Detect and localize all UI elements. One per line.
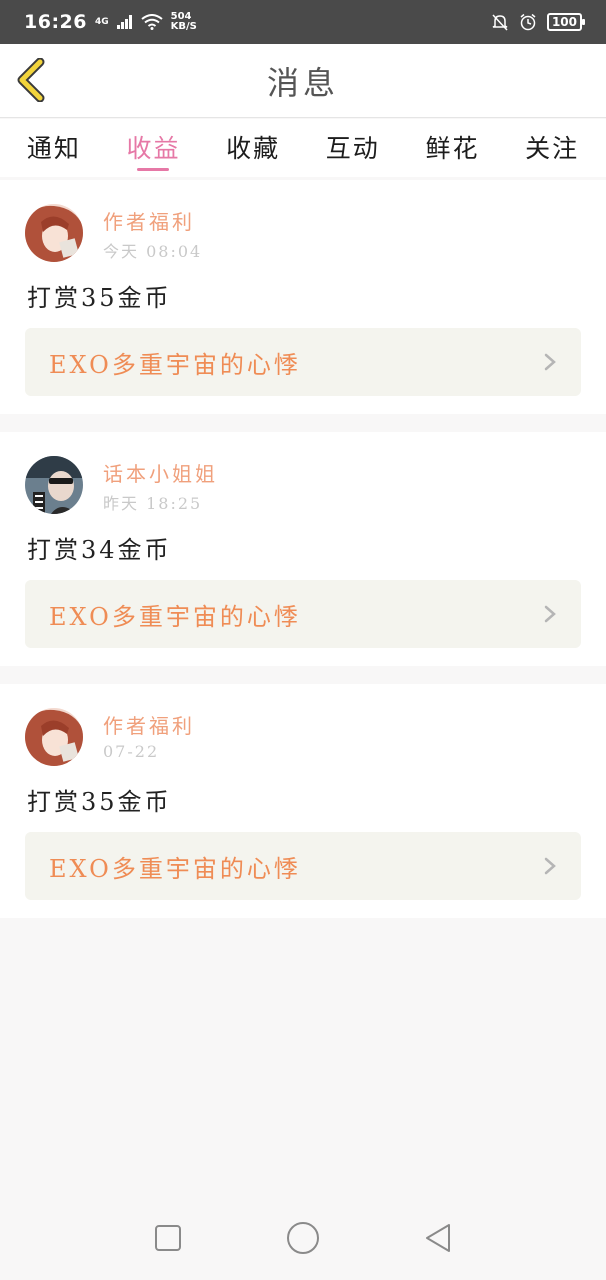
avatar[interactable] [25, 456, 83, 514]
chevron-left-icon [17, 57, 45, 103]
battery-icon: 100 [546, 13, 586, 31]
message-time: 昨天 18:25 [103, 494, 203, 513]
chevron-right-icon [544, 605, 556, 623]
page-title: 消息 [266, 63, 339, 102]
back-nav-button[interactable] [418, 1218, 458, 1258]
signal-icon [116, 15, 132, 29]
tab-flowers[interactable]: 鲜花 [425, 125, 479, 171]
speed-unit: KB/S [170, 21, 197, 32]
sender-name: 作者福利 [103, 714, 195, 738]
status-bar: 16:26 4G 504 KB/S 100 [0, 0, 606, 44]
back-button[interactable] [14, 57, 50, 103]
message-time: 今天 08:04 [103, 242, 203, 261]
top-app-bar: 消息 [0, 44, 606, 118]
book-title: EXO多重宇宙的心悸 [49, 602, 301, 631]
wifi-icon [141, 14, 163, 30]
message-time: 07-22 [103, 742, 160, 761]
book-link[interactable]: EXO多重宇宙的心悸 [25, 580, 581, 648]
network-type: 4G [94, 16, 109, 27]
avatar[interactable] [25, 708, 83, 766]
bell-muted-icon [492, 14, 508, 31]
alarm-icon [520, 13, 536, 31]
message-card: 作者福利 07-22 打赏35金币 EXO多重宇宙的心悸 [0, 684, 606, 918]
avatar[interactable] [25, 204, 83, 262]
tab-notifications[interactable]: 通知 [27, 125, 81, 171]
circle-icon [286, 1222, 319, 1254]
tab-interactions[interactable]: 互动 [326, 125, 380, 171]
chevron-right-icon [544, 353, 556, 371]
tab-favorites[interactable]: 收藏 [226, 125, 280, 171]
recents-button[interactable] [148, 1218, 188, 1258]
system-nav-bar [0, 1196, 606, 1280]
clock: 16:26 [24, 11, 87, 33]
tab-follows[interactable]: 关注 [525, 125, 579, 171]
chevron-right-icon [544, 857, 556, 875]
message-text: 打赏35金币 [27, 788, 172, 816]
network-speed: 504 KB/S [171, 12, 197, 32]
message-card: 话本小姐姐 昨天 18:25 打赏34金币 EXO多重宇宙的心悸 [0, 432, 606, 666]
book-title: EXO多重宇宙的心悸 [49, 350, 301, 379]
tab-bar: 通知 收益 收藏 互动 鲜花 关注 [0, 119, 606, 177]
message-text: 打赏35金币 [27, 284, 172, 312]
tab-earnings[interactable]: 收益 [126, 125, 180, 171]
book-link[interactable]: EXO多重宇宙的心悸 [25, 832, 581, 900]
message-text: 打赏34金币 [27, 536, 172, 564]
square-icon [154, 1225, 181, 1251]
book-link[interactable]: EXO多重宇宙的心悸 [25, 328, 581, 396]
message-card: 作者福利 今天 08:04 打赏35金币 EXO多重宇宙的心悸 [0, 180, 606, 414]
home-button[interactable] [283, 1218, 323, 1258]
sender-name: 作者福利 [103, 210, 195, 234]
triangle-back-icon [426, 1224, 451, 1252]
sender-name: 话本小姐姐 [103, 462, 218, 486]
book-title: EXO多重宇宙的心悸 [49, 854, 301, 883]
